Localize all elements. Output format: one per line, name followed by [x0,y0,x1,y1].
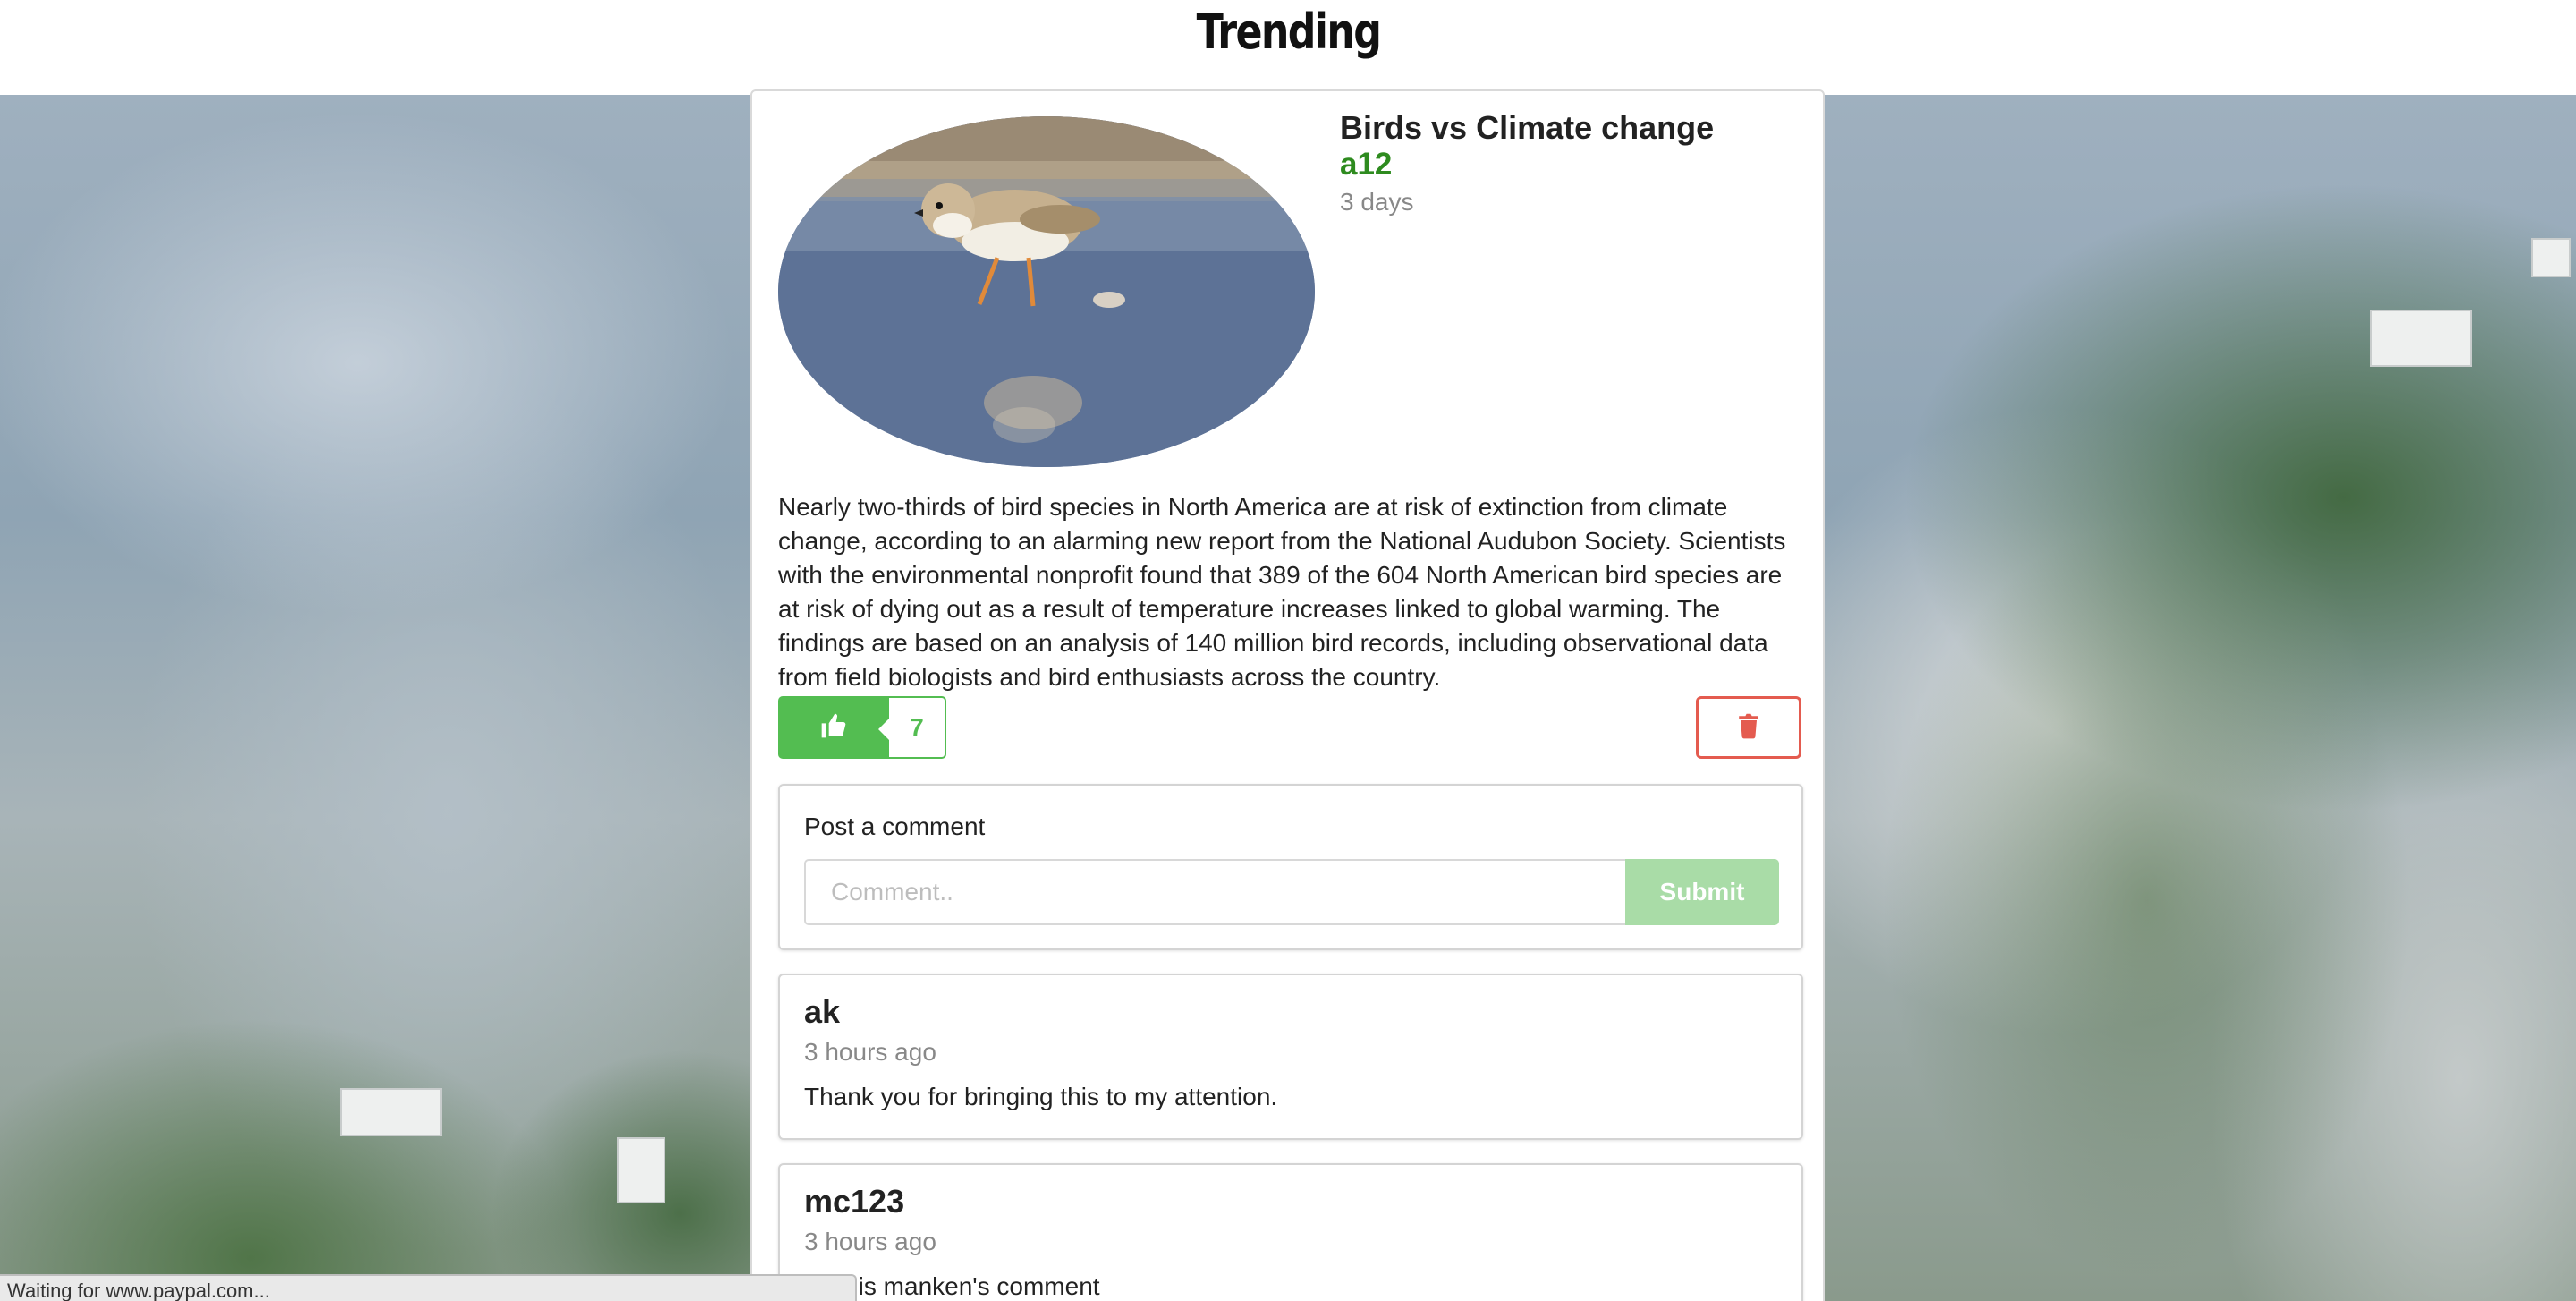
bird-photo [778,116,1315,467]
background-house [617,1137,665,1203]
like-group: 7 [778,696,946,759]
post-card: Birds vs Climate change a12 3 days Nearl… [750,89,1825,1301]
comment-author: ak [804,993,841,1030]
comment-item: mc123 3 hours ago This is manken's comme… [778,1163,1803,1301]
post-author[interactable]: a12 [1340,147,1392,183]
like-button[interactable] [778,696,889,759]
like-count: 7 [878,696,946,759]
comment-form-label: Post a comment [804,812,986,840]
post-body: Nearly two-thirds of bird species in Nor… [778,493,1786,691]
page-title: Trending [1196,4,1381,60]
comment-form: Post a comment Submit [778,784,1803,950]
submit-button[interactable]: Submit [1625,859,1779,925]
trash-icon [1738,712,1759,744]
post-time: 3 days [1340,188,1414,216]
post-title: Birds vs Climate change [1340,109,1715,146]
background-house [2370,310,2472,367]
comment-item: ak 3 hours ago Thank you for bringing th… [778,974,1803,1140]
comment-time: 3 hours ago [804,1228,936,1255]
comment-text: Thank you for bringing this to my attent… [804,1083,1278,1110]
page: Trending Birds vs Climate change a12 3 d… [0,0,2576,1301]
browser-status-bar: Waiting for www.paypal.com... [0,1274,857,1301]
comment-author: mc123 [804,1183,905,1220]
comment-time: 3 hours ago [804,1038,936,1066]
background-house [2531,238,2571,277]
post-image [778,116,1315,467]
delete-post-button[interactable] [1696,696,1801,759]
page-header: Trending [0,0,2576,95]
thumbs-up-icon [819,711,848,744]
comment-input[interactable] [804,859,1625,925]
background-house [340,1088,442,1136]
